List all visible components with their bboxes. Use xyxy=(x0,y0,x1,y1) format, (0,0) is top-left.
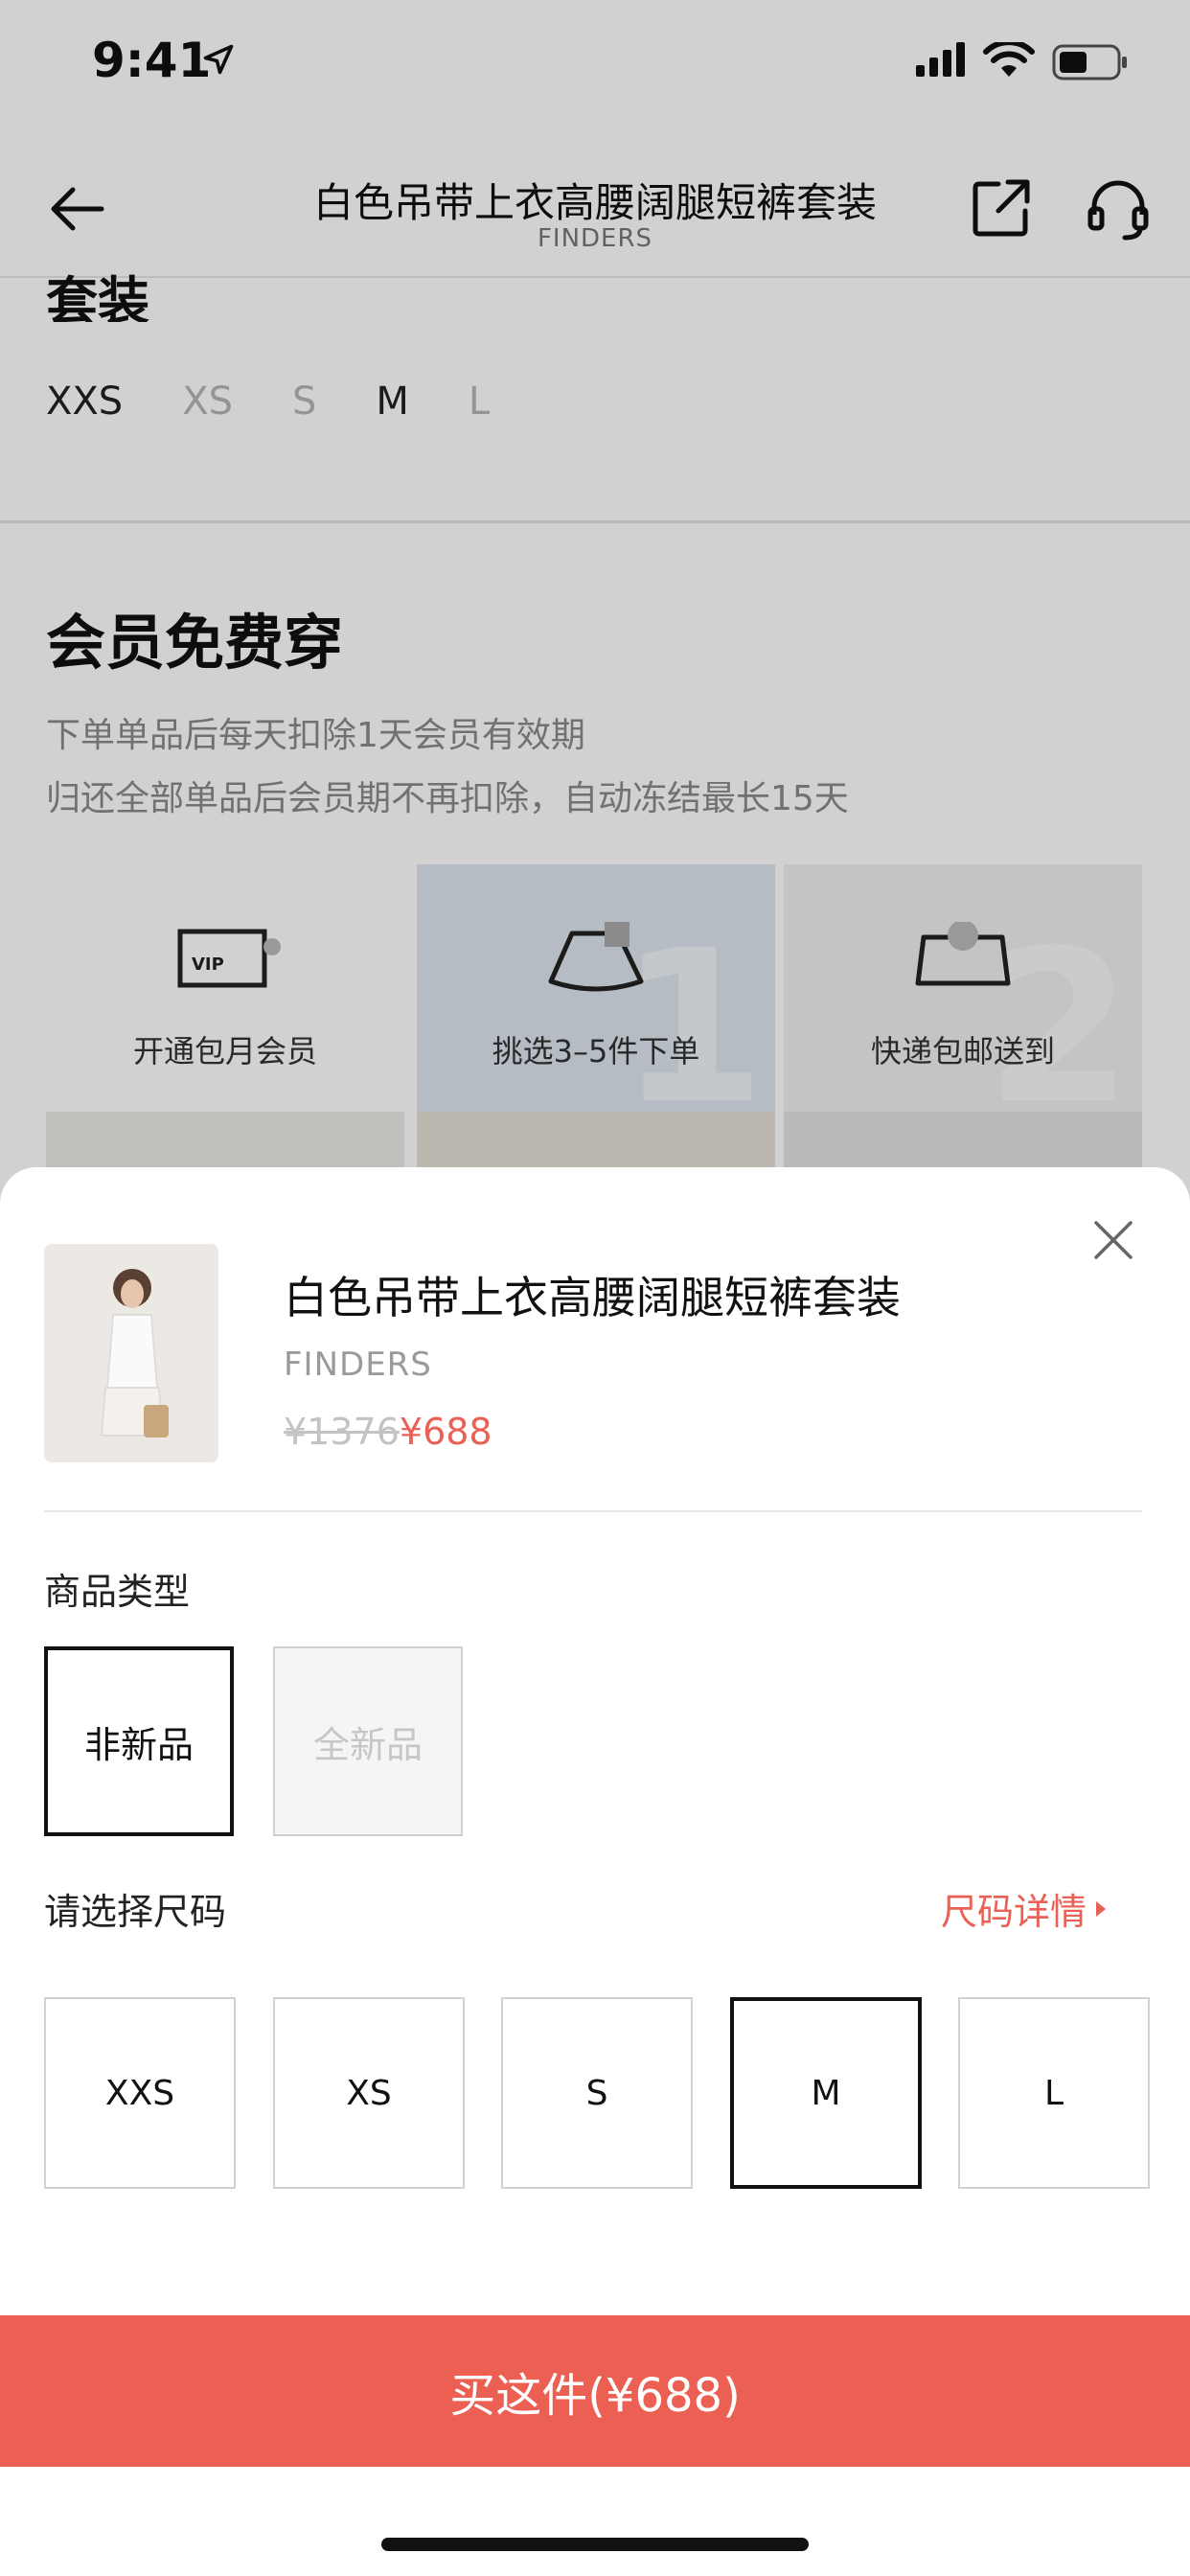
size-select-label: 请选择尺码 xyxy=(44,1891,227,1933)
purchase-sheet: 白色吊带上衣高腰阔腿短裤套装 FINDERS ¥1376¥688 商品类型 非新… xyxy=(0,1167,1190,2576)
type-option-used[interactable]: 非新品 xyxy=(44,1646,234,1836)
close-icon[interactable] xyxy=(1092,1219,1134,1261)
product-name: 白色吊带上衣高腰阔腿短裤套装 xyxy=(284,1272,901,1323)
buy-button[interactable]: 买这件(¥688) xyxy=(0,2315,1190,2467)
size-detail-label: 尺码详情 xyxy=(941,1891,1087,1933)
size-option-xxs[interactable]: XXS xyxy=(44,1997,236,2189)
type-option-new[interactable]: 全新品 xyxy=(273,1646,463,1836)
size-detail-link[interactable]: 尺码详情 xyxy=(941,1882,1108,1935)
current-price: ¥688 xyxy=(399,1411,492,1453)
home-indicator xyxy=(381,2538,809,2551)
product-type-label: 商品类型 xyxy=(44,1571,191,1613)
size-option-m[interactable]: M xyxy=(730,1997,922,2189)
price-row: ¥1376¥688 xyxy=(284,1411,492,1453)
size-options: XXS XS S M L xyxy=(44,1997,1150,2189)
size-option-l[interactable]: L xyxy=(958,1997,1150,2189)
original-price: ¥1376 xyxy=(284,1411,400,1453)
caret-right-icon xyxy=(1096,1900,1107,1917)
size-option-xs[interactable]: XS xyxy=(273,1997,465,2189)
product-photo xyxy=(44,1244,218,1462)
product-brand: FINDERS xyxy=(284,1346,432,1384)
size-option-s[interactable]: S xyxy=(501,1997,693,2189)
product-thumbnail xyxy=(44,1244,218,1462)
divider xyxy=(44,1510,1142,1512)
